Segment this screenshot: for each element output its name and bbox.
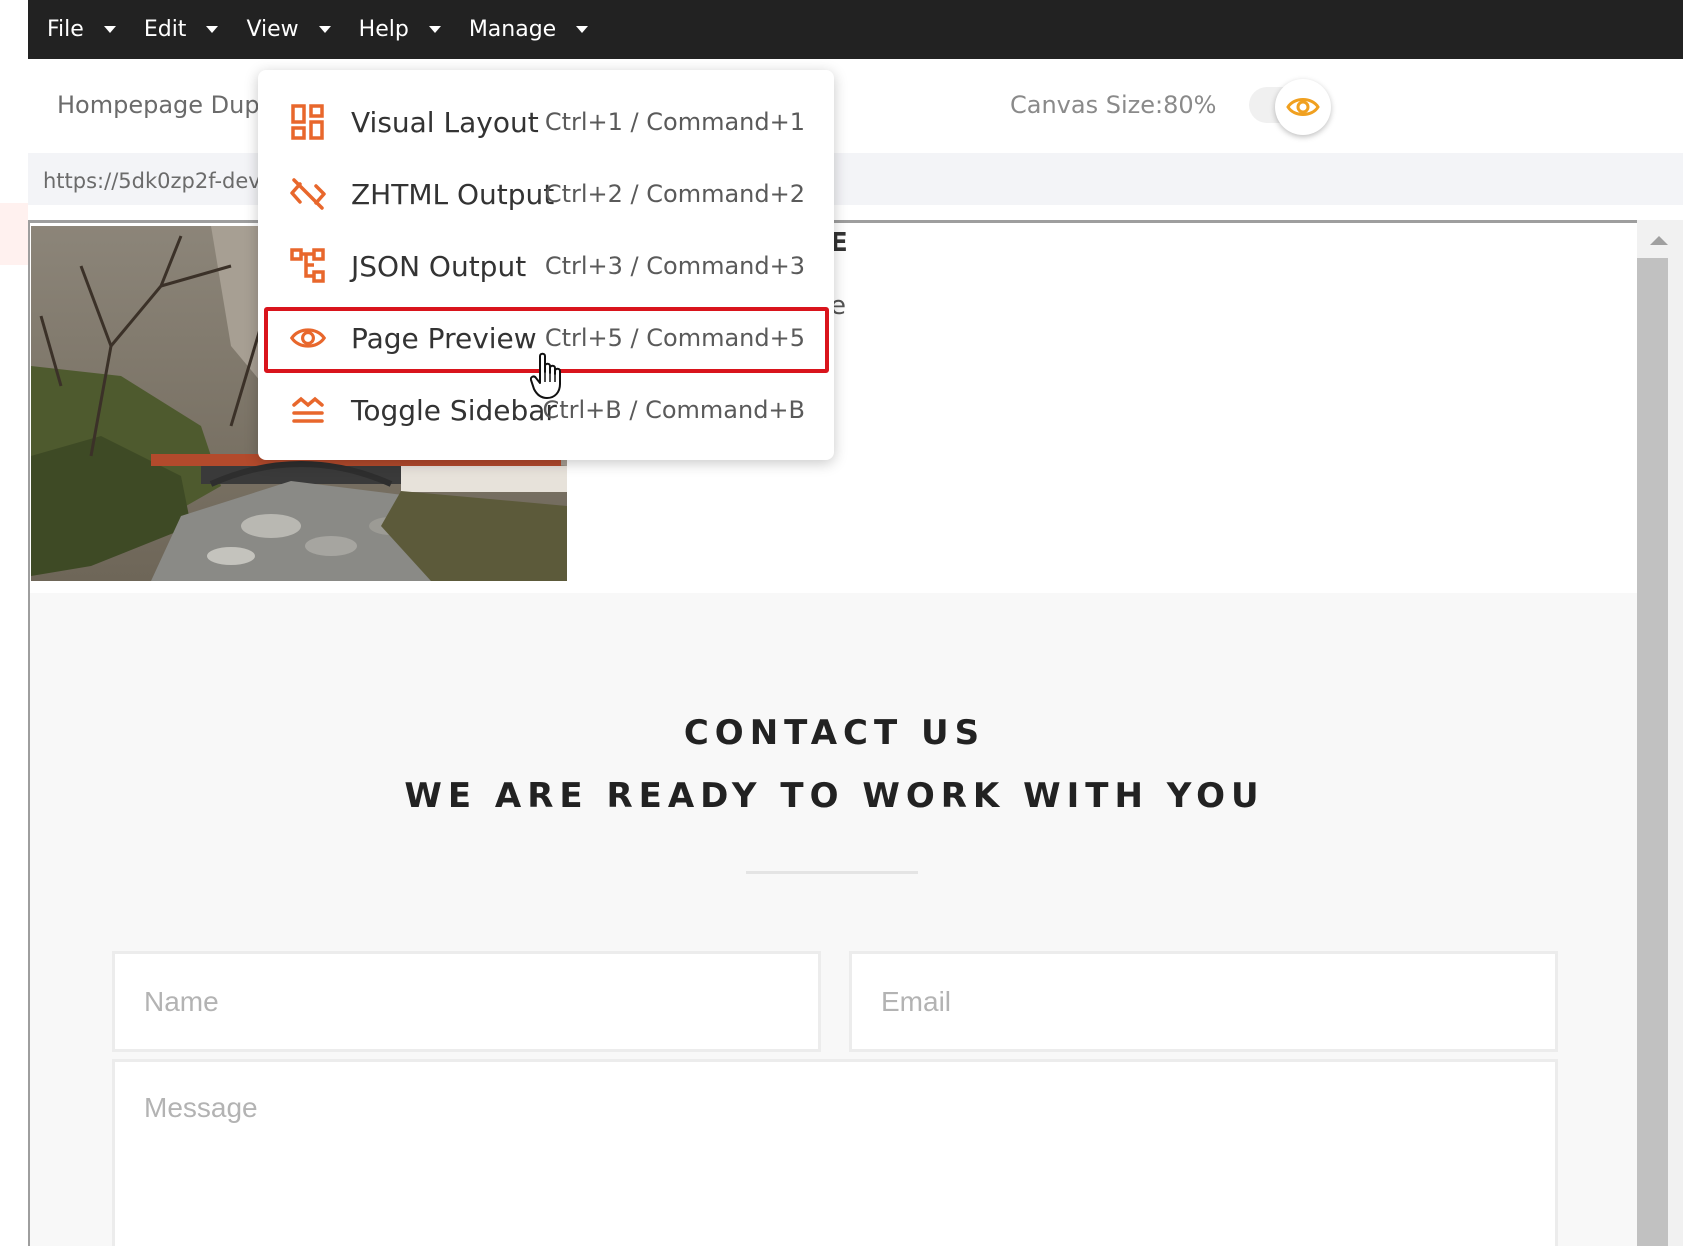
menubar: File Edit View Help Manage <box>28 0 1683 59</box>
menu-item-label: Visual Layout <box>351 105 539 139</box>
menu-view[interactable]: View <box>246 17 331 42</box>
preview-toggle[interactable] <box>1275 79 1331 135</box>
divider <box>746 871 918 874</box>
contact-subtitle: WE ARE READY TO WORK WITH YOU <box>404 776 1265 816</box>
eye-icon <box>1286 98 1320 116</box>
menu-view-label: View <box>246 17 299 42</box>
menu-item-label: Toggle Sidebar <box>351 393 557 427</box>
email-field[interactable]: Email <box>849 951 1558 1052</box>
view-menu-dropdown: Visual Layout Ctrl+1 / Command+1 ZHTML O… <box>258 70 834 460</box>
scroll-up-arrow-icon[interactable] <box>1650 236 1668 245</box>
chevron-down-icon <box>206 26 219 33</box>
chevron-down-icon <box>428 26 441 33</box>
email-placeholder: Email <box>881 986 952 1017</box>
menu-help-label: Help <box>358 17 409 42</box>
name-field[interactable]: Name <box>112 951 821 1052</box>
menu-item-label: JSON Output <box>351 249 527 283</box>
menu-item-visual-layout[interactable]: Visual Layout Ctrl+1 / Command+1 <box>258 86 834 158</box>
menu-file[interactable]: File <box>47 17 116 42</box>
page-url[interactable]: https://5dk0zp2f-dev. <box>43 169 266 193</box>
menu-edit[interactable]: Edit <box>144 17 219 42</box>
menu-item-shortcut: Ctrl+2 / Command+2 <box>544 180 805 208</box>
menu-item-label: ZHTML Output <box>351 177 555 211</box>
toggle-sidebar-icon <box>290 392 326 428</box>
hand-cursor-icon <box>530 352 561 399</box>
menu-manage-label: Manage <box>468 17 557 42</box>
json-tree-icon <box>290 248 326 284</box>
chevron-down-icon <box>576 26 589 33</box>
app-window: File Edit View Help Manage Hompepage Dup… <box>0 0 1683 1246</box>
menu-item-shortcut: Ctrl+B / Command+B <box>542 396 805 424</box>
scroll-thumb[interactable] <box>1637 258 1668 1246</box>
visual-layout-icon <box>290 104 326 140</box>
menu-help[interactable]: Help <box>359 17 441 42</box>
code-off-icon <box>290 176 326 212</box>
page-name[interactable]: Hompepage Dup <box>57 91 260 119</box>
contact-section: CONTACT US WE ARE READY TO WORK WITH YOU… <box>30 593 1637 1246</box>
name-placeholder: Name <box>144 986 219 1017</box>
menu-item-shortcut: Ctrl+3 / Command+3 <box>544 252 805 280</box>
chevron-down-icon <box>103 26 116 33</box>
message-field[interactable]: Message <box>112 1059 1558 1246</box>
contact-title: CONTACT US <box>683 713 986 753</box>
message-placeholder: Message <box>144 1092 258 1123</box>
menu-item-zhtml-output[interactable]: ZHTML Output Ctrl+2 / Command+2 <box>258 158 834 230</box>
canvas-size-label: Canvas Size:80% <box>1010 91 1217 119</box>
left-edge-highlight <box>0 203 28 265</box>
canvas-scrollbar[interactable] <box>1637 220 1683 1246</box>
menu-item-shortcut: Ctrl+1 / Command+1 <box>544 108 805 136</box>
menu-file-label: File <box>47 17 84 42</box>
menu-manage[interactable]: Manage <box>468 17 589 42</box>
chevron-down-icon <box>318 26 331 33</box>
menu-edit-label: Edit <box>143 17 187 42</box>
menu-item-json-output[interactable]: JSON Output Ctrl+3 / Command+3 <box>258 230 834 302</box>
